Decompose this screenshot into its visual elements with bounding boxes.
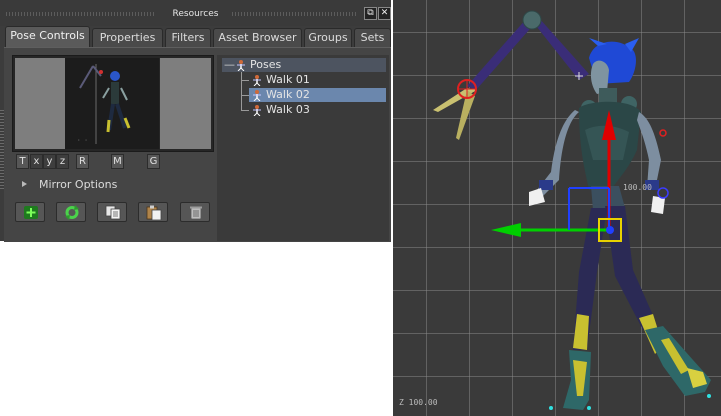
axis-y-toggle[interactable]: y <box>43 154 56 169</box>
tree-item-walk-01[interactable]: Walk 01 <box>249 73 386 87</box>
trash-icon <box>190 206 202 220</box>
poses-folder-icon <box>237 60 245 71</box>
pose-icon <box>253 90 261 101</box>
rotate-toggle[interactable]: R <box>76 154 89 169</box>
expand-arrow-icon <box>22 181 27 187</box>
svg-text:· ·: · · <box>77 137 88 144</box>
tree-item-label: Walk 01 <box>266 73 310 86</box>
tree-item-walk-03[interactable]: Walk 03 <box>249 103 386 117</box>
add-pose-button[interactable] <box>15 202 45 222</box>
close-window-icon[interactable]: ✕ <box>378 7 391 20</box>
tree-item-walk-02[interactable]: Walk 02 <box>249 88 386 102</box>
axis-z-toggle[interactable]: z <box>56 154 69 169</box>
tree-item-label: Walk 02 <box>266 88 310 101</box>
refresh-pose-button[interactable] <box>56 202 86 222</box>
tree-branch-line <box>241 72 242 110</box>
axis-x-toggle[interactable]: x <box>30 154 43 169</box>
panel-title: Resources <box>172 9 219 19</box>
tree-branch-line <box>241 95 249 96</box>
preview-left-margin <box>15 58 66 149</box>
copy-pose-button[interactable] <box>97 202 127 222</box>
resources-panel: Resources ⧉ ✕ Pose Controls Properties F… <box>0 0 391 242</box>
mirror-options-expander[interactable]: Mirror Options <box>22 178 117 191</box>
viewport-scene[interactable] <box>393 0 721 416</box>
tab-asset-browser[interactable]: Asset Browser <box>213 28 302 47</box>
mirror-toggle[interactable]: M <box>111 154 124 169</box>
tab-filters[interactable]: Filters <box>165 28 211 47</box>
refresh-icon <box>65 205 79 220</box>
tree-root-label: Poses <box>250 58 282 71</box>
mirror-options-label: Mirror Options <box>39 178 118 191</box>
tree-item-label: Walk 03 <box>266 103 310 116</box>
pose-icon <box>253 75 261 86</box>
copy-icon <box>105 205 121 220</box>
paste-pose-button[interactable] <box>138 202 168 222</box>
float-window-icon[interactable]: ⧉ <box>364 7 377 20</box>
gizmo-value-readout: 100.00 <box>623 183 652 192</box>
tab-pose-controls[interactable]: Pose Controls <box>5 26 90 48</box>
pose-preview: · · <box>12 55 214 152</box>
tree-branch-line <box>241 110 249 111</box>
viewport-coordinate-readout: Z 100.00 <box>399 398 438 407</box>
tree-branch-line <box>241 80 249 81</box>
panel-titlebar[interactable]: Resources ⧉ ✕ <box>0 0 391 26</box>
tab-properties[interactable]: Properties <box>92 28 163 47</box>
translate-toggle[interactable]: T <box>16 154 29 169</box>
paste-icon <box>146 205 162 220</box>
preview-right-margin <box>160 58 211 149</box>
pose-icon <box>253 105 261 116</box>
tab-groups[interactable]: Groups <box>304 28 352 47</box>
global-toggle[interactable]: G <box>147 154 160 169</box>
delete-pose-button[interactable] <box>180 202 210 222</box>
tab-sets[interactable]: Sets <box>354 28 391 47</box>
side-grip[interactable] <box>0 110 4 190</box>
3d-viewport[interactable]: 100.00 Z 100.00 <box>393 0 721 416</box>
plus-icon <box>24 206 38 219</box>
preview-figure-icon: · · <box>77 64 131 144</box>
